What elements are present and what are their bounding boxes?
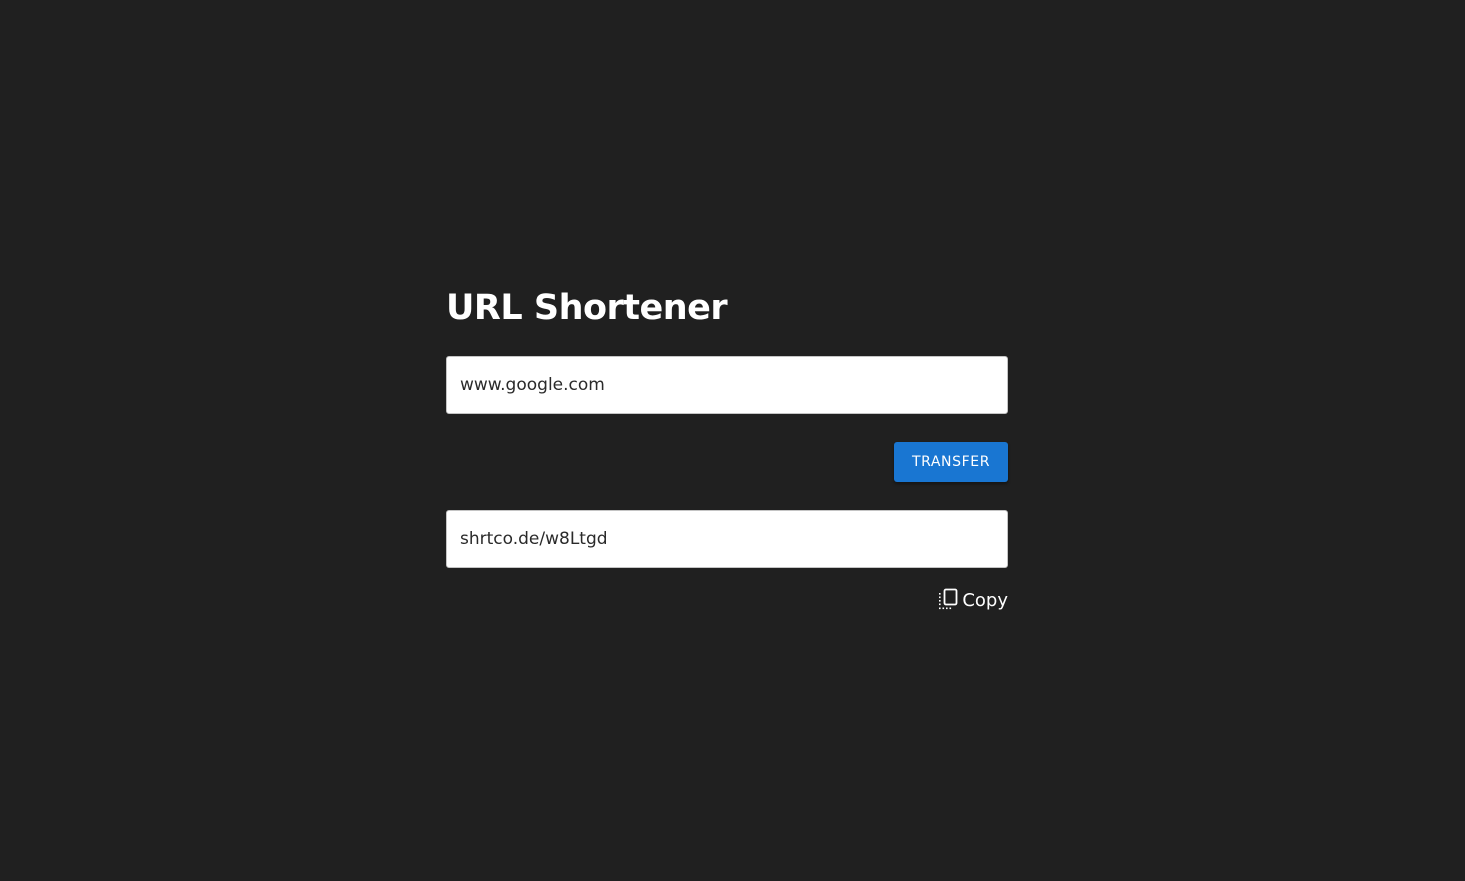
short-url-field[interactable] [446,510,1008,568]
copy-label: Copy [962,590,1008,611]
copy-icon [939,588,958,610]
copy-button[interactable]: Copy [937,580,1008,612]
url-input-field[interactable] [446,356,1008,414]
copy-row: Copy [446,580,1008,612]
short-url-output[interactable] [460,529,994,549]
action-row: TRANSFER [446,442,1008,482]
url-input[interactable] [460,375,994,395]
page-title: URL Shortener [446,288,728,328]
url-shortener-panel: URL Shortener TRANSFER [446,282,1008,612]
transfer-button[interactable]: TRANSFER [894,442,1008,482]
